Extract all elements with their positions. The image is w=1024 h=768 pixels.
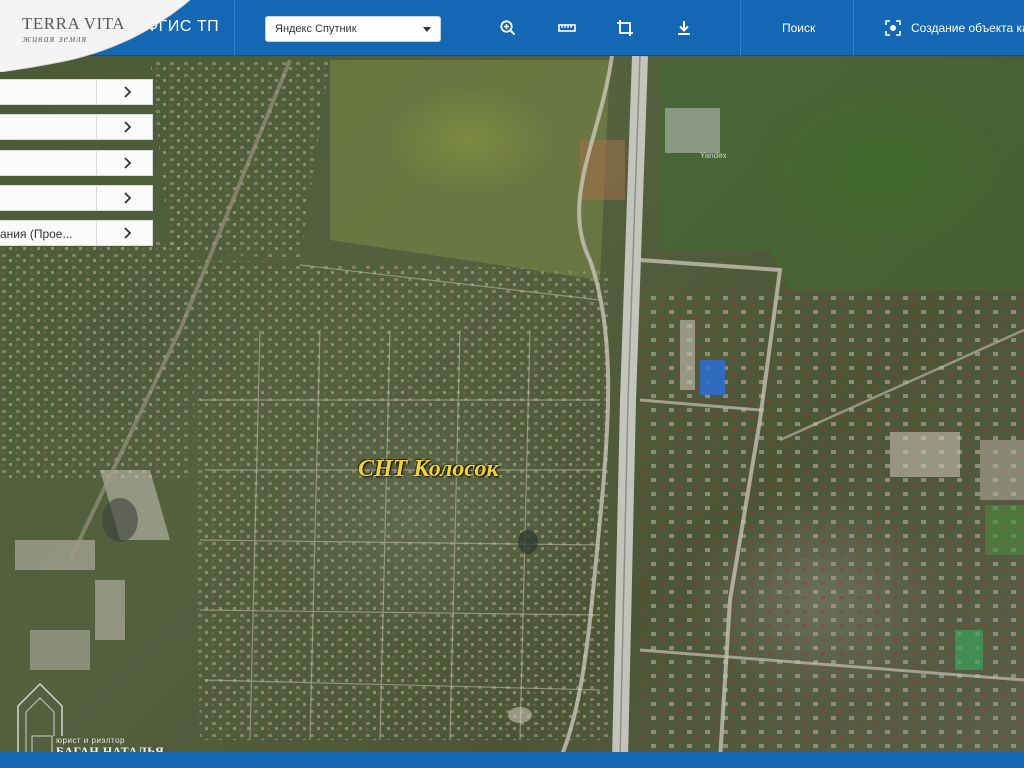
- chevron-right-icon: [124, 86, 132, 98]
- toolbar-divider: [740, 0, 741, 56]
- crop-icon[interactable]: [615, 18, 635, 38]
- chevron-right-icon: [124, 227, 132, 239]
- download-icon[interactable]: [674, 18, 694, 38]
- ruler-icon[interactable]: [557, 18, 577, 38]
- chevron-down-icon: [423, 27, 431, 32]
- search-button[interactable]: Поиск: [782, 21, 815, 35]
- satellite-imagery: [0, 55, 1024, 761]
- logo-name: TERRA VITA: [22, 14, 125, 33]
- zoom-in-icon[interactable]: [498, 18, 518, 38]
- chevron-right-icon: [124, 121, 132, 133]
- layer-panel-item[interactable]: [0, 150, 153, 176]
- target-icon[interactable]: [884, 19, 902, 37]
- layer-panel-item[interactable]: [0, 114, 153, 140]
- layer-panel-item[interactable]: [0, 79, 153, 105]
- chevron-right-icon: [124, 157, 132, 169]
- create-object-button[interactable]: Создание объекта ка: [911, 21, 1024, 35]
- chevron-right-icon: [124, 192, 132, 204]
- terra-vita-logo: TERRA VITA живая земля: [0, 0, 190, 72]
- map-canvas[interactable]: Yandex СНТ Колосок: [0, 0, 1024, 768]
- bottom-bar: [0, 752, 1024, 768]
- toolbar-divider: [853, 0, 854, 56]
- map-provider-mark: Yandex: [700, 151, 727, 160]
- layer-panel-item-label: ания (Прое...: [0, 227, 73, 241]
- toolbar-divider: [234, 0, 235, 56]
- layer-panel-item[interactable]: ания (Прое...: [0, 220, 153, 246]
- logo-tagline: живая земля: [22, 34, 88, 45]
- basemap-select-value: Яндекс Спутник: [275, 23, 357, 35]
- layer-panel-item[interactable]: [0, 185, 153, 211]
- basemap-select[interactable]: Яндекс Спутник: [265, 16, 441, 42]
- map-area-label: СНТ Колосок: [358, 456, 499, 482]
